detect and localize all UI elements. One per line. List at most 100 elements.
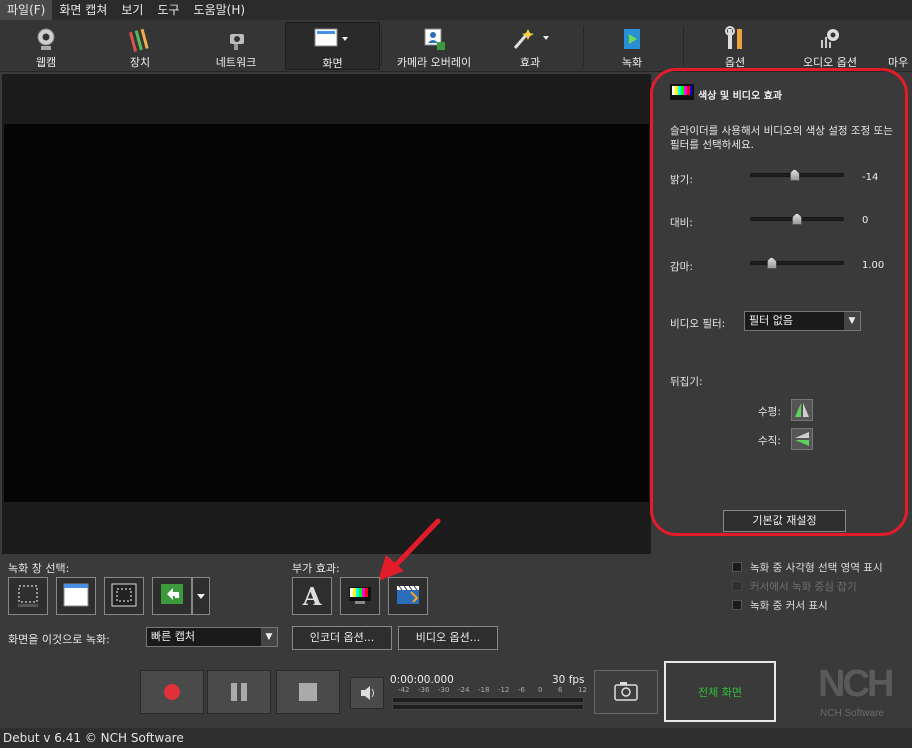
brightness-label: 밝기: <box>670 174 693 186</box>
audio-level-meter-right <box>392 704 584 710</box>
video-caption-effect-button[interactable] <box>388 577 428 615</box>
clapper-icon <box>397 585 419 604</box>
select-fullscreen-button[interactable] <box>104 577 144 615</box>
audio-options-button[interactable]: 오디오 옵션 <box>792 22 868 70</box>
stop-icon <box>299 683 317 701</box>
webcam-icon <box>33 26 59 52</box>
record-dot-icon <box>164 684 180 700</box>
show-cursor-checkbox[interactable] <box>732 600 742 610</box>
brightness-slider-thumb[interactable] <box>789 169 800 181</box>
effects-button[interactable]: 효과 <box>505 22 555 70</box>
pause-button[interactable] <box>207 670 271 714</box>
record-toolbar-button[interactable]: 녹화 <box>605 22 659 70</box>
fullscreen-button[interactable]: 전체 화면 <box>664 661 776 722</box>
text-effect-button[interactable]: A <box>292 577 332 615</box>
meter-tick-label: 12 <box>578 686 587 694</box>
mouse-icon <box>888 26 912 52</box>
select-previous-button[interactable] <box>152 577 192 615</box>
tools-icon <box>722 26 748 52</box>
menu-file[interactable]: 파일(F) <box>0 0 53 20</box>
contrast-slider-thumb[interactable] <box>792 213 802 225</box>
menu-bar: 파일(F) 화면 캡쳐 보기 도구 도움말(H) <box>0 0 912 20</box>
record-button[interactable] <box>140 670 204 714</box>
show-rect-checkbox[interactable] <box>732 562 742 572</box>
contrast-label: 대비: <box>670 217 693 229</box>
panel-title: 색상 및 비디오 효과 <box>698 91 783 102</box>
chevron-down-icon <box>197 594 205 599</box>
menu-tools[interactable]: 도구 <box>150 0 186 20</box>
screen-button[interactable]: 화면 <box>285 22 380 70</box>
contrast-value: 0 <box>862 215 869 226</box>
meter-tick-label: -6 <box>518 686 525 694</box>
svg-text:A: A <box>302 582 322 611</box>
webcam-button[interactable]: 웹캠 <box>18 22 74 70</box>
center-cursor-checkbox[interactable] <box>732 581 742 591</box>
meter-tick-label: -12 <box>498 686 510 694</box>
video-filter-label: 비디오 필터: <box>670 318 726 330</box>
record-as-select[interactable]: 빠른 캡처 ▼ <box>146 627 278 647</box>
preview-screen <box>4 124 649 502</box>
record-film-icon <box>619 26 645 52</box>
stop-button[interactable] <box>276 670 340 714</box>
toolbar-separator <box>583 26 584 66</box>
flip-vertical-icon <box>795 432 809 446</box>
brightness-slider[interactable] <box>750 169 844 181</box>
meter-tick-label: -24 <box>458 686 470 694</box>
camera-overlay-button[interactable]: 카메라 오버레이 <box>388 22 480 70</box>
color-bars-icon <box>349 587 371 604</box>
volume-button[interactable] <box>350 677 384 709</box>
meter-tick-label: -42 <box>398 686 410 694</box>
gamma-slider[interactable] <box>750 257 844 269</box>
menu-screen-capture[interactable]: 화면 캡쳐 <box>52 0 114 20</box>
screen-icon <box>313 27 353 53</box>
vertical-flip-button[interactable] <box>791 428 813 450</box>
record-window-dropdown[interactable] <box>192 577 210 615</box>
nch-logo-subtitle: NCH Software <box>820 708 884 719</box>
camera-icon <box>614 682 638 701</box>
encoder-options-button[interactable]: 인코더 옵션... <box>292 626 392 650</box>
reset-defaults-button[interactable]: 기본값 재설정 <box>723 510 846 532</box>
magic-wand-icon <box>509 26 551 52</box>
video-options-button[interactable]: 비디오 옵션... <box>398 626 498 650</box>
audio-level-meter-left <box>392 697 584 703</box>
annotation-arrow-icon <box>378 518 441 581</box>
center-cursor-label: 커서에서 녹화 중심 잡기 <box>750 581 857 593</box>
network-camera-icon <box>223 26 249 52</box>
undo-arrow-icon <box>161 584 183 604</box>
horizontal-flip-label: 수평: <box>758 406 781 418</box>
horizontal-flip-button[interactable] <box>791 399 813 421</box>
select-region-button[interactable] <box>8 577 48 615</box>
camera-overlay-icon <box>421 26 447 52</box>
toolbar-separator <box>381 26 382 66</box>
nch-logo: NCH <box>818 663 894 705</box>
network-button[interactable]: 네트워크 <box>206 22 266 70</box>
vertical-flip-label: 수직: <box>758 435 781 447</box>
meter-tick-label: -36 <box>418 686 430 694</box>
extra-effects-label: 부가 효과: <box>292 562 340 575</box>
fullscreen-icon <box>111 583 137 607</box>
gamma-label: 감마: <box>670 261 693 273</box>
color-bars-icon <box>670 84 694 100</box>
speaker-icon <box>361 686 374 700</box>
flip-label: 뒤집기: <box>670 376 703 388</box>
contrast-slider[interactable] <box>750 213 844 225</box>
color-effect-button[interactable] <box>340 577 380 615</box>
menu-help[interactable]: 도움말(H) <box>187 0 253 20</box>
panel-description: 슬라이더를 사용해서 비디오의 색상 설정 조정 또는 필터를 선택하세요. <box>670 125 893 151</box>
menu-view[interactable]: 보기 <box>114 0 150 20</box>
gamma-value: 1.00 <box>862 260 885 271</box>
gamma-slider-thumb[interactable] <box>766 257 777 269</box>
brightness-value: -14 <box>862 172 879 183</box>
options-button[interactable]: 옵션 <box>708 22 762 70</box>
device-button[interactable]: 장치 <box>112 22 168 70</box>
snapshot-button[interactable] <box>594 670 658 714</box>
video-filter-select[interactable]: 필터 없음 ▼ <box>744 311 861 331</box>
pause-icon <box>231 683 247 701</box>
select-window-button[interactable] <box>56 577 96 615</box>
chevron-down-icon: ▼ <box>844 312 860 330</box>
device-icon <box>127 26 153 52</box>
timecode: 0:00:00.000 <box>390 674 454 686</box>
region-select-icon <box>18 585 38 607</box>
record-as-value: 빠른 캡처 <box>151 630 195 643</box>
mouse-button[interactable]: 마우 <box>888 22 912 70</box>
